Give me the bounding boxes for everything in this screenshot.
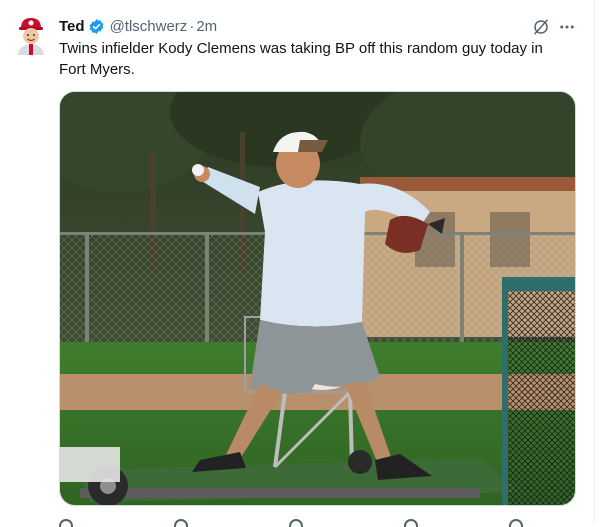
header-separator: · <box>189 17 195 35</box>
author-name[interactable]: Ted <box>59 18 85 35</box>
more-options-icon[interactable] <box>558 18 576 36</box>
column-divider <box>594 0 595 524</box>
timestamp[interactable]: 2m <box>196 18 217 35</box>
tweet-actions-bar <box>59 517 571 527</box>
repost-icon[interactable] <box>174 519 188 527</box>
share-icon[interactable] <box>509 519 523 527</box>
grok-icon[interactable] <box>532 18 550 36</box>
verified-badge-icon[interactable] <box>88 18 105 35</box>
author-handle[interactable]: @tlschwerz <box>110 18 188 35</box>
reply-icon[interactable] <box>59 519 73 527</box>
views-icon[interactable] <box>404 519 418 527</box>
avatar[interactable] <box>15 15 47 55</box>
tweet-photo[interactable] <box>59 91 576 506</box>
like-icon[interactable] <box>289 519 303 527</box>
tweet-text: Twins infielder Kody Clemens was taking … <box>59 40 543 78</box>
tweet-header: Ted @tlschwerz · 2m <box>59 16 217 36</box>
